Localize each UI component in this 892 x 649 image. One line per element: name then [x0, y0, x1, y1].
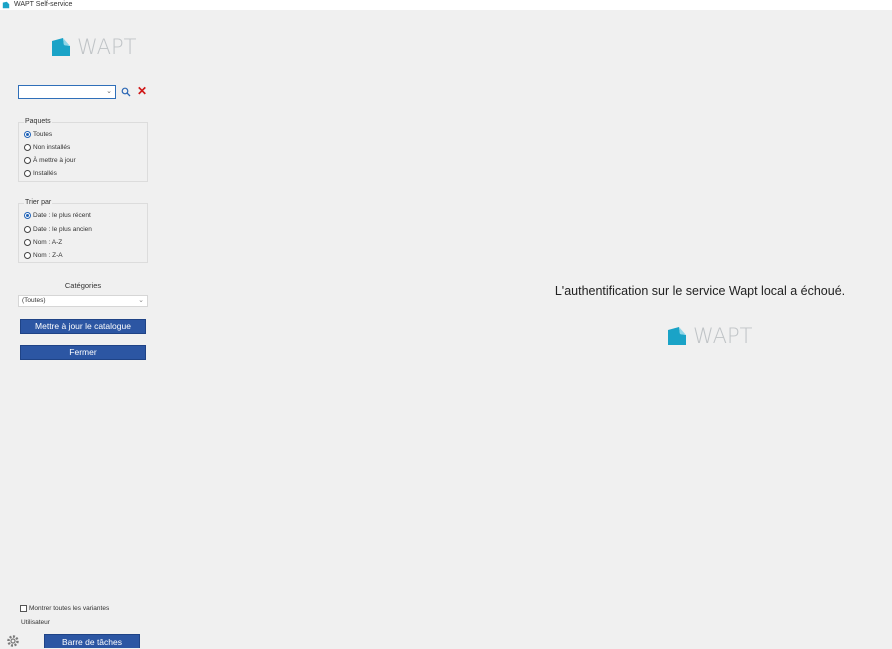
- radio-sort-name-za[interactable]: Nom : Z-A: [24, 251, 63, 260]
- radio-label: Installés: [33, 170, 57, 177]
- radio-button[interactable]: [24, 239, 31, 246]
- radio-packages-not-installed[interactable]: Non installés: [24, 143, 70, 152]
- clear-icon[interactable]: ✕: [137, 84, 147, 98]
- search-icon[interactable]: [121, 86, 131, 98]
- radio-label: Non installés: [33, 144, 71, 151]
- radio-sort-name-az[interactable]: Nom : A-Z: [24, 238, 62, 247]
- radio-sort-oldest[interactable]: Date : le plus ancien: [24, 225, 92, 234]
- wapt-app-icon: [2, 1, 10, 9]
- user-label: Utilisateur: [21, 619, 50, 626]
- radio-label: Date : le plus récent: [33, 212, 91, 219]
- sort-group-title: Trier par: [24, 199, 53, 207]
- logo-text: WAPT: [693, 324, 753, 348]
- radio-button[interactable]: [24, 212, 31, 219]
- radio-button[interactable]: [24, 131, 31, 138]
- window-title: WAPT Self-service: [14, 1, 73, 8]
- auth-error-message: L'authentification sur le service Wapt l…: [554, 284, 846, 298]
- radio-packages-to-update[interactable]: À mettre à jour: [24, 156, 76, 165]
- update-catalog-button[interactable]: Mettre à jour le catalogue: [20, 319, 146, 334]
- show-variants-label: Montrer toutes les variantes: [29, 605, 110, 612]
- radio-packages-installed[interactable]: Installés: [24, 169, 57, 178]
- title-bar: WAPT Self-service: [0, 0, 892, 10]
- show-variants-checkbox-row[interactable]: Montrer toutes les variantes: [20, 604, 109, 613]
- radio-button[interactable]: [24, 144, 31, 151]
- logo-text: WAPT: [77, 35, 137, 59]
- gear-icon[interactable]: [5, 633, 21, 649]
- radio-button[interactable]: [24, 170, 31, 177]
- radio-button[interactable]: [24, 226, 31, 233]
- search-input[interactable]: ⌄: [18, 85, 116, 99]
- radio-button[interactable]: [24, 252, 31, 259]
- close-button[interactable]: Fermer: [20, 345, 146, 360]
- packages-group-title: Paquets: [24, 118, 52, 126]
- show-variants-checkbox[interactable]: [20, 605, 27, 612]
- radio-sort-newest[interactable]: Date : le plus récent: [24, 211, 91, 220]
- sidebar-logo: WAPT: [51, 35, 137, 59]
- wapt-logo-icon: [668, 327, 686, 345]
- categories-select[interactable]: (Toutes) ⌄: [18, 295, 148, 307]
- radio-button[interactable]: [24, 157, 31, 164]
- categories-selected-value: (Toutes): [22, 297, 46, 304]
- chevron-down-icon[interactable]: ⌄: [138, 296, 144, 306]
- radio-label: Date : le plus ancien: [33, 226, 92, 233]
- radio-label: Toutes: [33, 131, 53, 138]
- radio-label: À mettre à jour: [33, 157, 76, 164]
- categories-label: Catégories: [64, 281, 102, 290]
- radio-label: Nom : A-Z: [33, 239, 63, 246]
- chevron-down-icon[interactable]: ⌄: [106, 88, 112, 96]
- main-logo: WAPT: [667, 324, 753, 348]
- radio-label: Nom : Z-A: [33, 252, 63, 259]
- radio-packages-all[interactable]: Toutes: [24, 130, 52, 139]
- wapt-logo-icon: [52, 38, 70, 56]
